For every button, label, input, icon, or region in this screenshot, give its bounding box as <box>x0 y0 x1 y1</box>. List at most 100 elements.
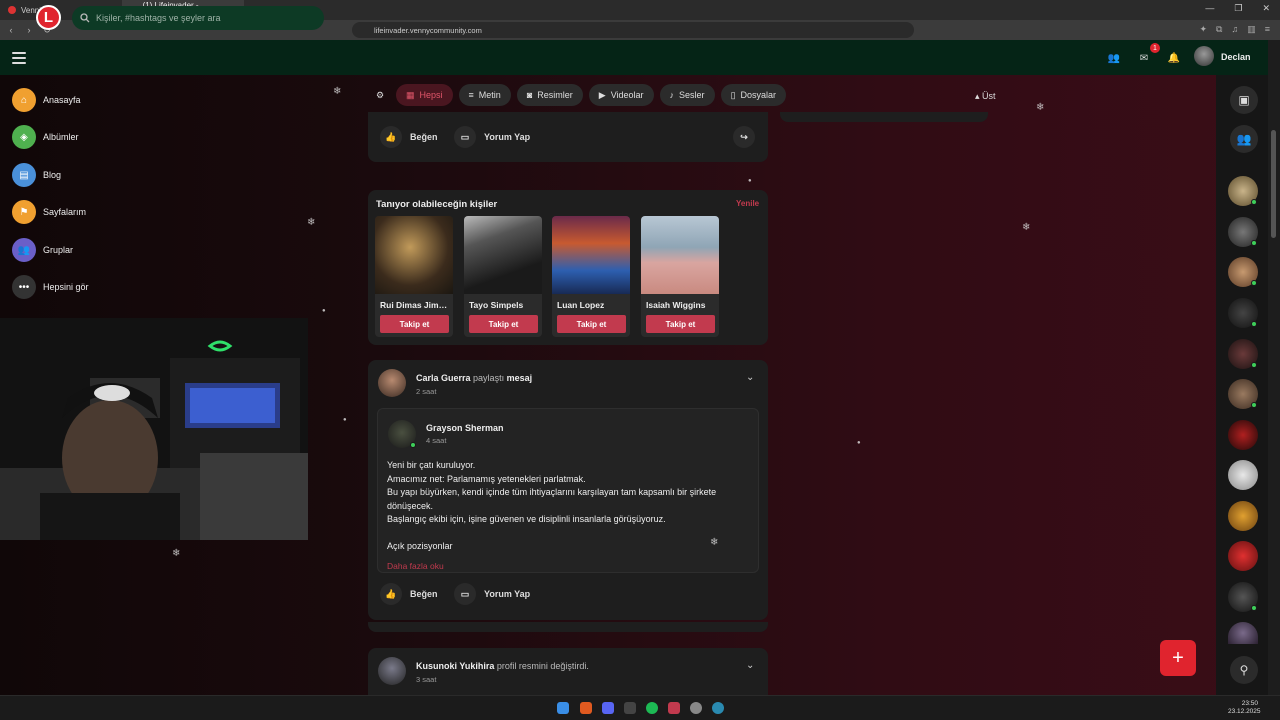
sidebar-icon[interactable]: ▥ <box>1247 24 1256 35</box>
snowflake-icon: ● <box>322 308 326 314</box>
user-name[interactable]: Declan <box>1221 52 1251 62</box>
thumbs-up-icon: 👍 <box>380 583 402 605</box>
brave-icon[interactable] <box>580 702 592 714</box>
close-window-icon[interactable]: ✕ <box>1262 3 1270 14</box>
camera-icon: ◙ <box>526 90 533 100</box>
contact-avatar[interactable] <box>1228 420 1258 450</box>
friends-icon[interactable]: 👥 <box>1105 49 1123 67</box>
chevron-down-icon[interactable]: ⌄ <box>746 660 754 671</box>
sidebar-item-see-all[interactable]: ••• Hepsini gör <box>12 275 89 299</box>
url-field[interactable]: lifeinvader.vennycommunity.com <box>352 22 914 38</box>
follow-button[interactable]: Takip et <box>646 315 715 333</box>
filter-files[interactable]: ▯ Dosyalar <box>720 84 787 106</box>
filter-images[interactable]: ◙ Resimler <box>516 84 583 106</box>
sidebar-item-blog[interactable]: ▤ Blog <box>12 163 61 187</box>
post-action-object: mesaj <box>506 373 533 383</box>
sidebar-item-albums[interactable]: ◈ Albümler <box>12 125 79 149</box>
author-avatar[interactable] <box>378 369 406 397</box>
like-button[interactable]: 👍 Beğen <box>380 583 438 605</box>
chat-icon[interactable]: ▣ <box>1230 86 1258 114</box>
body-line: Amacımız net: Parlamamış yetenekleri par… <box>387 473 586 484</box>
bell-icon[interactable]: 🔔 <box>1165 49 1183 67</box>
shared-post: Grayson Sherman 4 saat Yeni bir çatı kur… <box>377 408 759 573</box>
comment-button[interactable]: ▭ Yorum Yap <box>454 126 530 148</box>
comment-button[interactable]: ▭ Yorum Yap <box>454 583 530 605</box>
app-icon[interactable] <box>668 702 680 714</box>
app-icon[interactable] <box>624 702 636 714</box>
contact-avatar[interactable] <box>1228 460 1258 490</box>
share-icon: ↪ <box>733 126 755 148</box>
post-author[interactable]: Kusunoki Yukihira <box>416 661 494 671</box>
shared-body: Yeni bir çatı kuruluyor. Amacımız net: P… <box>387 459 716 554</box>
filter-settings-icon[interactable]: ⚙ <box>370 84 390 106</box>
filter-all[interactable]: ▦ Hepsi <box>396 84 453 106</box>
post-author[interactable]: Carla Guerra <box>416 373 471 383</box>
app-icon[interactable] <box>690 702 702 714</box>
post-header-text: Carla Guerra paylaştı mesaj <box>416 373 532 383</box>
online-indicator <box>1251 240 1257 246</box>
suggestion-card[interactable]: Isaiah Wiggins Takip et <box>641 216 719 337</box>
sidebar-item-label: Anasayfa <box>43 95 81 105</box>
webcam-overlay <box>0 318 308 540</box>
discord-icon[interactable] <box>602 702 614 714</box>
sidebar-item-label: Blog <box>43 170 62 180</box>
contact-avatar[interactable] <box>1228 622 1258 644</box>
extension-icon[interactable]: ✦ <box>1199 24 1207 35</box>
plus-icon: + <box>1172 646 1184 669</box>
read-more-link[interactable]: Daha fazla oku <box>387 561 444 571</box>
menu-icon[interactable]: ≡ <box>1265 24 1270 35</box>
user-avatar[interactable] <box>1194 46 1214 66</box>
music-icon[interactable]: ♫ <box>1231 24 1238 35</box>
puzzle-icon[interactable]: ⧉ <box>1216 24 1222 35</box>
sidebar-item-pages[interactable]: ⚑ Sayfalarım <box>12 200 86 224</box>
filter-text[interactable]: ≡ Metin <box>458 84 511 106</box>
contact-avatar[interactable] <box>1228 541 1258 571</box>
filter-label: Sesler <box>679 90 705 100</box>
suggestion-card[interactable]: Luan Lopez Takip et <box>552 216 630 337</box>
sidebar-item-home[interactable]: ⌂ Anasayfa <box>12 88 81 112</box>
filter-label: Resimler <box>537 90 573 100</box>
share-button[interactable]: ↪ <box>733 126 755 148</box>
author-avatar[interactable] <box>378 657 406 685</box>
contact-avatar[interactable] <box>1228 501 1258 531</box>
chevron-up-icon: ▴ <box>975 91 980 101</box>
hamburger-menu-icon[interactable] <box>12 51 26 64</box>
scroll-top-button[interactable]: ▴ Üst <box>975 91 996 102</box>
messages-icon[interactable]: ✉ <box>1135 49 1153 67</box>
follow-button[interactable]: Takip et <box>557 315 626 333</box>
suggestion-card[interactable]: Rui Dimas Jime... Takip et <box>375 216 453 337</box>
refresh-link[interactable]: Yenile <box>736 199 759 208</box>
url-text: lifeinvader.vennycommunity.com <box>374 25 482 35</box>
video-icon: ▶ <box>598 89 606 100</box>
suggestion-card[interactable]: Tayo Simpels Takip et <box>464 216 542 337</box>
scrollbar-thumb[interactable] <box>1271 130 1276 238</box>
app-header <box>0 40 1268 75</box>
shared-author[interactable]: Grayson Sherman <box>426 423 504 433</box>
search-input[interactable] <box>72 6 324 30</box>
create-post-button[interactable]: + <box>1160 640 1196 676</box>
start-icon[interactable] <box>557 702 569 714</box>
chevron-down-icon[interactable]: ⌄ <box>746 372 754 383</box>
lifeinvader-logo[interactable]: L <box>36 5 61 30</box>
follow-button[interactable]: Takip et <box>380 315 449 333</box>
filter-videos[interactable]: ▶ Videolar <box>588 84 654 106</box>
sidebar-item-groups[interactable]: 👥 Gruplar <box>12 238 73 262</box>
minimize-icon[interactable]: — <box>1205 3 1214 14</box>
find-people-icon[interactable]: ⚲ <box>1230 656 1258 684</box>
spotify-icon[interactable] <box>646 702 658 714</box>
app-icon[interactable] <box>712 702 724 714</box>
back-icon[interactable]: ‹ <box>4 25 18 35</box>
taskbar-clock[interactable]: 23:50 23.12.2025 <box>1228 700 1261 716</box>
forward-icon[interactable]: › <box>22 25 36 35</box>
comment-icon: ▭ <box>454 583 476 605</box>
group-chat-icon[interactable]: 👥 <box>1230 125 1258 153</box>
suggestion-name: Tayo Simpels <box>469 300 524 310</box>
filter-audio[interactable]: ♪ Sesler <box>659 84 715 106</box>
online-indicator <box>1251 199 1257 205</box>
filter-label: Videolar <box>610 90 644 100</box>
post-header-text: Kusunoki Yukihira profil resmini değişti… <box>416 661 589 671</box>
scroll-top-label: Üst <box>982 91 996 101</box>
restore-icon[interactable]: ❐ <box>1234 3 1242 14</box>
follow-button[interactable]: Takip et <box>469 315 538 333</box>
like-button[interactable]: 👍 Beğen <box>380 126 438 148</box>
